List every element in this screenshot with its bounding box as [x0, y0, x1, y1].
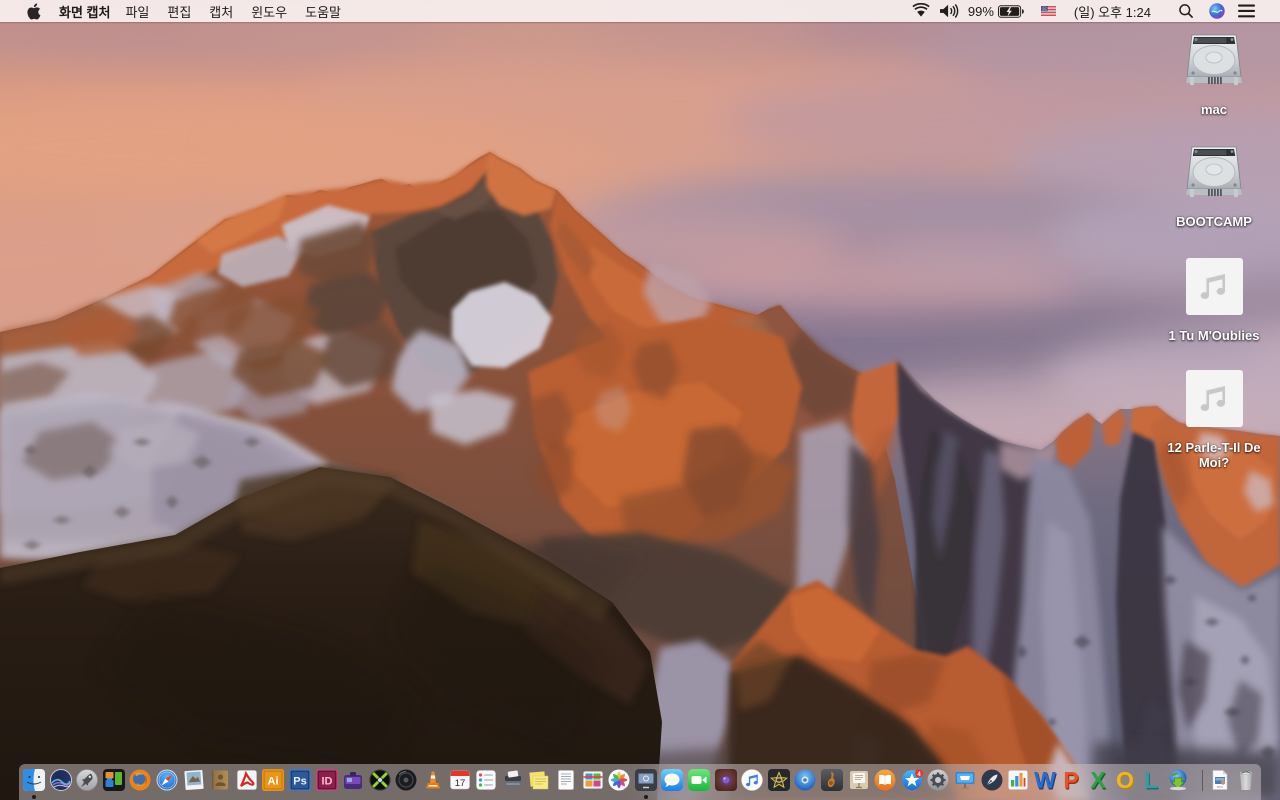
svg-text:17: 17 — [455, 778, 466, 789]
svg-text:Ai: Ai — [268, 776, 279, 788]
svg-text:MOV: MOV — [1217, 785, 1224, 789]
svg-text:ID: ID — [322, 776, 333, 788]
svg-text:Ps: Ps — [293, 776, 306, 788]
